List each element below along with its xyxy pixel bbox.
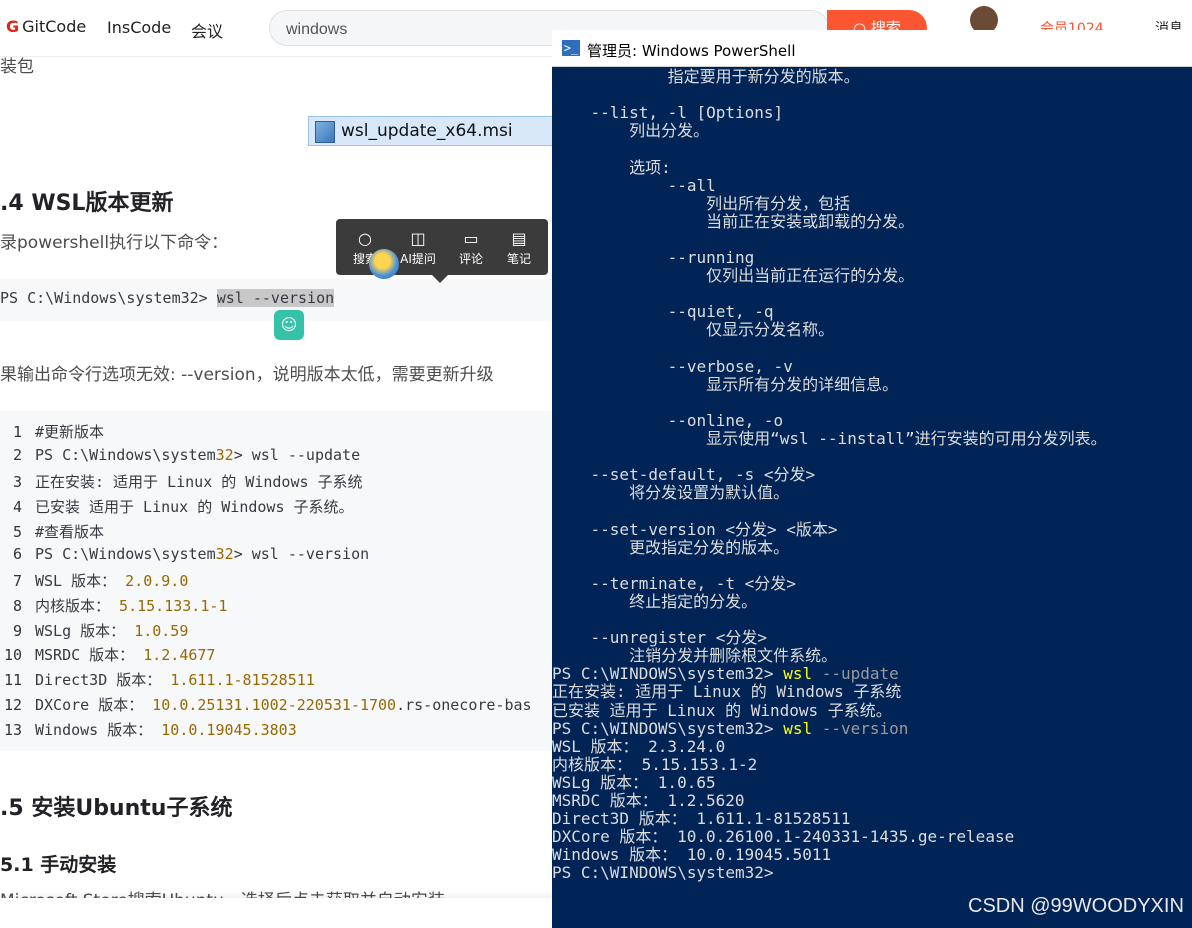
code-block: 1 #更新版本 2 PS C:\Windows\system32> wsl --up… (0, 411, 560, 751)
note-icon: ▤ (511, 229, 527, 248)
console-line: PS C:\WINDOWS\system32> wsl --update (552, 664, 899, 684)
section-title-manual-install: 5.1 手动安装 (0, 854, 117, 876)
command-prompt: PS C:\Windows\system32> (0, 289, 217, 307)
console-line: Direct3D 版本： 1.611.1-81528511 (552, 809, 851, 829)
search-icon: ○ (358, 229, 372, 248)
msi-file-name: wsl_update_x64.msi (341, 121, 513, 141)
code-line: 10 MSRDC 版本： 1.2.4677 (3, 646, 216, 664)
console-line: --all (552, 175, 716, 195)
nav-link-inscode[interactable]: InsCode (107, 18, 171, 37)
console-line: 更改指定分发的版本。 (552, 537, 790, 557)
console-line: PS C:\WINDOWS\system32> (552, 863, 774, 883)
powershell-icon: >_ (562, 40, 580, 56)
selection-toolbar: ○ 搜索 ◫ AI提问 ▭ 评论 ▤ 笔记 (336, 219, 548, 283)
section-text-wsl-update: 录powershell执行以下命令： (0, 233, 229, 253)
result-text: 果输出命令行选项无效: --version，说明版本太低，需要更新升级 (0, 365, 494, 385)
code-line: 3 正在安装: 适用于 Linux 的 Windows 子系统 (12, 473, 363, 491)
console-line: 将分发设置为默认值。 (552, 483, 790, 503)
console-line: PS C:\WINDOWS\system32> wsl --version (552, 718, 909, 738)
console-line: --terminate, -t <分发> (552, 573, 796, 593)
code-line: 6 PS C:\Windows\system32> wsl --version (12, 545, 370, 563)
toolbar-note[interactable]: ▤ 笔记 (495, 228, 543, 267)
code-line: 11 Direct3D 版本： 1.611.1-81528511 (3, 671, 315, 689)
code-line: 5 #查看版本 (12, 523, 105, 541)
console-line: --running (552, 248, 755, 267)
selected-command[interactable]: wsl --version (216, 289, 335, 307)
section-title-wsl-update: .4 WSL版本更新 (0, 191, 174, 216)
toolbar-comment[interactable]: ▭ 评论 (447, 228, 495, 267)
bottom-bar (0, 898, 560, 928)
console-line: 列出所有分发，包括 (552, 193, 851, 213)
code-line: 9 WSLg 版本： 1.0.59 (12, 622, 189, 640)
console-line: Windows 版本： 10.0.19045.5011 (552, 845, 832, 865)
console-line: --set-default, -s <分发> (552, 465, 816, 485)
console-line: --unregister <分发> (552, 628, 768, 648)
console-line: 指定要用于新分发的版本。 (552, 67, 860, 86)
console-line: --online, -o (552, 410, 784, 430)
console-line: 内核版本： 5.15.153.1-2 (552, 754, 758, 774)
code-line: 8 内核版本： 5.15.133.1-1 (12, 597, 228, 615)
code-line: 2 PS C:\Windows\system32> wsl --update (12, 446, 361, 464)
nav-link-meeting[interactable]: 会议 (191, 18, 223, 42)
code-line: 4 已安装 适用于 Linux 的 Windows 子系统。 (12, 498, 354, 516)
installer-icon (315, 121, 335, 143)
section-title-install-ubuntu: .5 安装Ubuntu子系统 (0, 796, 233, 821)
intro-fragment: 装包 (0, 57, 34, 77)
window-title: 管理员: Windows PowerShell (587, 42, 796, 60)
code-line: 12 DXCore 版本： 10.0.25131.1002-220531-1700… (3, 696, 532, 714)
console-line: 仅显示分发名称。 (552, 320, 835, 340)
console-line: 当前正在安装或卸载的分发。 (552, 211, 915, 231)
code-line: 13 Windows 版本： 10.0.19045.3803 (3, 721, 297, 739)
console-line: 注销分发并删除根文件系统。 (552, 646, 838, 666)
console-line: 正在安装: 适用于 Linux 的 Windows 子系统 (552, 682, 902, 702)
console-line: 终止指定的分发。 (552, 591, 758, 611)
console-line: DXCore 版本： 10.0.26100.1-240331-1435.ge-r… (552, 827, 1015, 847)
comment-icon: ▭ (463, 229, 479, 248)
console-line: 已安装 适用于 Linux 的 Windows 子系统。 (552, 700, 892, 720)
code-line: 1 #更新版本 (12, 423, 105, 441)
console-line: WSLg 版本： 1.0.65 (552, 772, 716, 792)
console-line: --list, -l [Options] (552, 103, 784, 123)
msi-file-link[interactable]: wsl_update_x64.msi (308, 116, 558, 146)
console-line: WSL 版本： 2.3.24.0 (552, 736, 726, 756)
console-line: --quiet, -q (552, 302, 774, 322)
console-line: 选项: (552, 157, 671, 177)
console-line: 列出分发。 (552, 121, 710, 141)
gitcode-logo[interactable]: G GitCode (6, 17, 86, 36)
ai-assistant-icon[interactable]: ☺ (274, 310, 304, 340)
watermark: CSDN @99WOODYXIN (968, 895, 1184, 917)
console-line: --set-version <分发> <版本> (552, 519, 838, 539)
powershell-window[interactable]: >_ 管理员: Windows PowerShell 指定要用于新分发的版本。 … (552, 30, 1192, 928)
toolbar-ai-ask[interactable]: ◫ AI提问 (394, 228, 442, 267)
console-line: 仅列出当前正在运行的分发。 (552, 266, 915, 286)
console-line: --verbose, -v (552, 356, 793, 376)
floating-assistant-icon[interactable] (369, 249, 399, 279)
code-line: 7 WSL 版本： 2.0.9.0 (12, 572, 189, 590)
console-line: 显示使用“wsl --install”进行安装的可用分发列表。 (552, 429, 1107, 448)
console-line: 显示所有分发的详细信息。 (552, 374, 899, 394)
console-line: MSRDC 版本： 1.2.5620 (552, 791, 745, 810)
ai-icon: ◫ (410, 229, 426, 248)
powershell-titlebar[interactable]: >_ 管理员: Windows PowerShell (552, 30, 1192, 67)
